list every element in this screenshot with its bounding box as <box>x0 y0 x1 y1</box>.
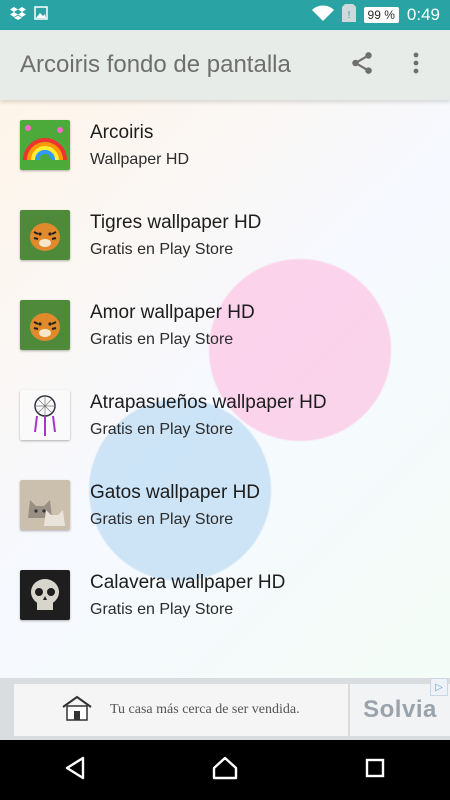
item-title: Arcoiris <box>90 121 154 143</box>
item-title: Tigres wallpaper HD <box>90 211 262 233</box>
list-item[interactable]: Calavera wallpaper HD Gratis en Play Sto… <box>0 550 450 640</box>
home-icon <box>211 755 239 786</box>
house-icon <box>60 695 94 726</box>
recents-button[interactable] <box>355 750 395 790</box>
item-title: Calavera wallpaper HD <box>90 571 286 593</box>
back-icon <box>63 755 87 786</box>
dropbox-icon <box>10 6 26 25</box>
list-item[interactable]: Gatos wallpaper HD Gratis en Play Store <box>0 460 450 550</box>
sim-icon: ! <box>341 3 356 27</box>
app-bar: Arcoiris fondo de pantalla <box>0 30 450 100</box>
item-subtitle: Gratis en Play Store <box>90 330 234 348</box>
share-icon <box>349 50 375 81</box>
ad-text: Tu casa más cerca de ser vendida. <box>110 702 300 717</box>
rainbow-thumb <box>20 120 70 170</box>
navigation-bar <box>0 740 450 800</box>
wallpaper-list: Arcoiris Wallpaper HD Tigres wallpaper H… <box>0 100 450 678</box>
image-icon <box>34 5 48 25</box>
clock: 0:49 <box>406 5 440 24</box>
item-title: Atrapasueños wallpaper HD <box>90 391 327 413</box>
recents-icon <box>364 757 386 784</box>
tiger-thumb <box>20 210 70 260</box>
ad-banner[interactable]: Tu casa más cerca de ser vendida. Solvia… <box>0 678 450 740</box>
ad-choices-icon[interactable]: ▷ <box>430 678 448 696</box>
home-button[interactable] <box>205 750 245 790</box>
list-item[interactable]: Tigres wallpaper HD Gratis en Play Store <box>0 190 450 280</box>
ad-brand: Solvia <box>363 696 437 723</box>
share-button[interactable] <box>346 49 378 81</box>
more-options-button[interactable] <box>400 49 432 81</box>
tiger-thumb <box>20 300 70 350</box>
list-item[interactable]: Amor wallpaper HD Gratis en Play Store <box>0 280 450 370</box>
more-vert-icon <box>412 51 420 80</box>
svg-text:!: ! <box>347 10 350 21</box>
skull-thumb <box>20 570 70 620</box>
back-button[interactable] <box>55 750 95 790</box>
item-subtitle: Gratis en Play Store <box>90 240 234 258</box>
item-subtitle: Wallpaper HD <box>90 150 189 168</box>
wifi-icon <box>311 5 334 26</box>
item-subtitle: Gratis en Play Store <box>90 600 234 618</box>
dreamcatcher-thumb <box>20 390 70 440</box>
battery-icon: 99 % <box>363 7 399 23</box>
list-item[interactable]: Arcoiris Wallpaper HD <box>0 100 450 190</box>
status-bar: ! 99 % 0:49 <box>0 0 450 30</box>
page-title: Arcoiris fondo de pantalla <box>20 51 291 78</box>
item-title: Gatos wallpaper HD <box>90 481 261 503</box>
item-title: Amor wallpaper HD <box>90 301 255 323</box>
list-item[interactable]: Atrapasueños wallpaper HD Gratis en Play… <box>0 370 450 460</box>
cats-thumb <box>20 480 70 530</box>
item-subtitle: Gratis en Play Store <box>90 420 234 438</box>
item-subtitle: Gratis en Play Store <box>90 510 234 528</box>
ad-creative[interactable]: Tu casa más cerca de ser vendida. <box>14 684 348 736</box>
